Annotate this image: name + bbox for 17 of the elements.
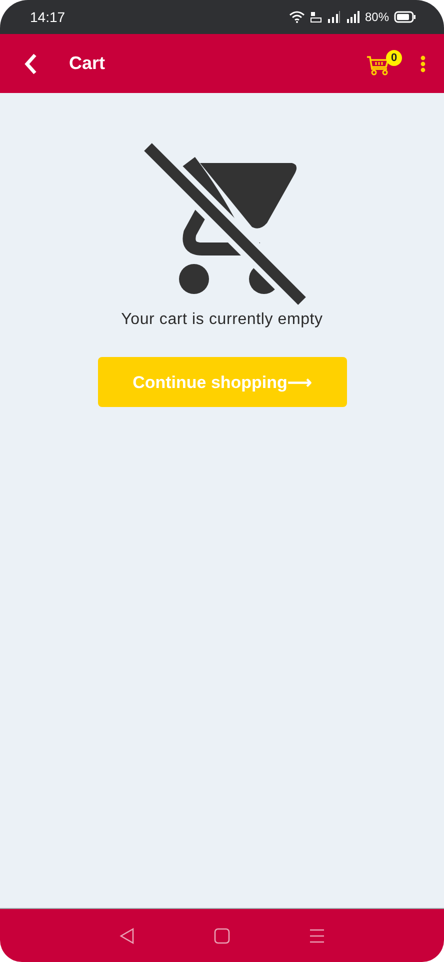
battery-icon: [394, 11, 416, 23]
signal-icon: [326, 11, 341, 23]
home-icon[interactable]: [214, 928, 230, 944]
menu-icon[interactable]: [308, 928, 325, 944]
signal-icon: [346, 11, 360, 23]
more-icon: [420, 54, 426, 72]
wifi-icon: [288, 11, 305, 23]
cart-count-badge: 0: [386, 50, 402, 66]
empty-cart-message: Your cart is currently empty: [121, 311, 323, 329]
back-icon[interactable]: [119, 926, 136, 944]
back-icon: [24, 52, 38, 74]
volte-icon: [310, 11, 322, 23]
battery-level: 80%: [364, 10, 389, 24]
cart-icon: [366, 54, 390, 76]
cart-button[interactable]: 0: [364, 50, 402, 78]
page-title: Cart: [69, 53, 106, 74]
clock: 14:17: [30, 9, 66, 25]
